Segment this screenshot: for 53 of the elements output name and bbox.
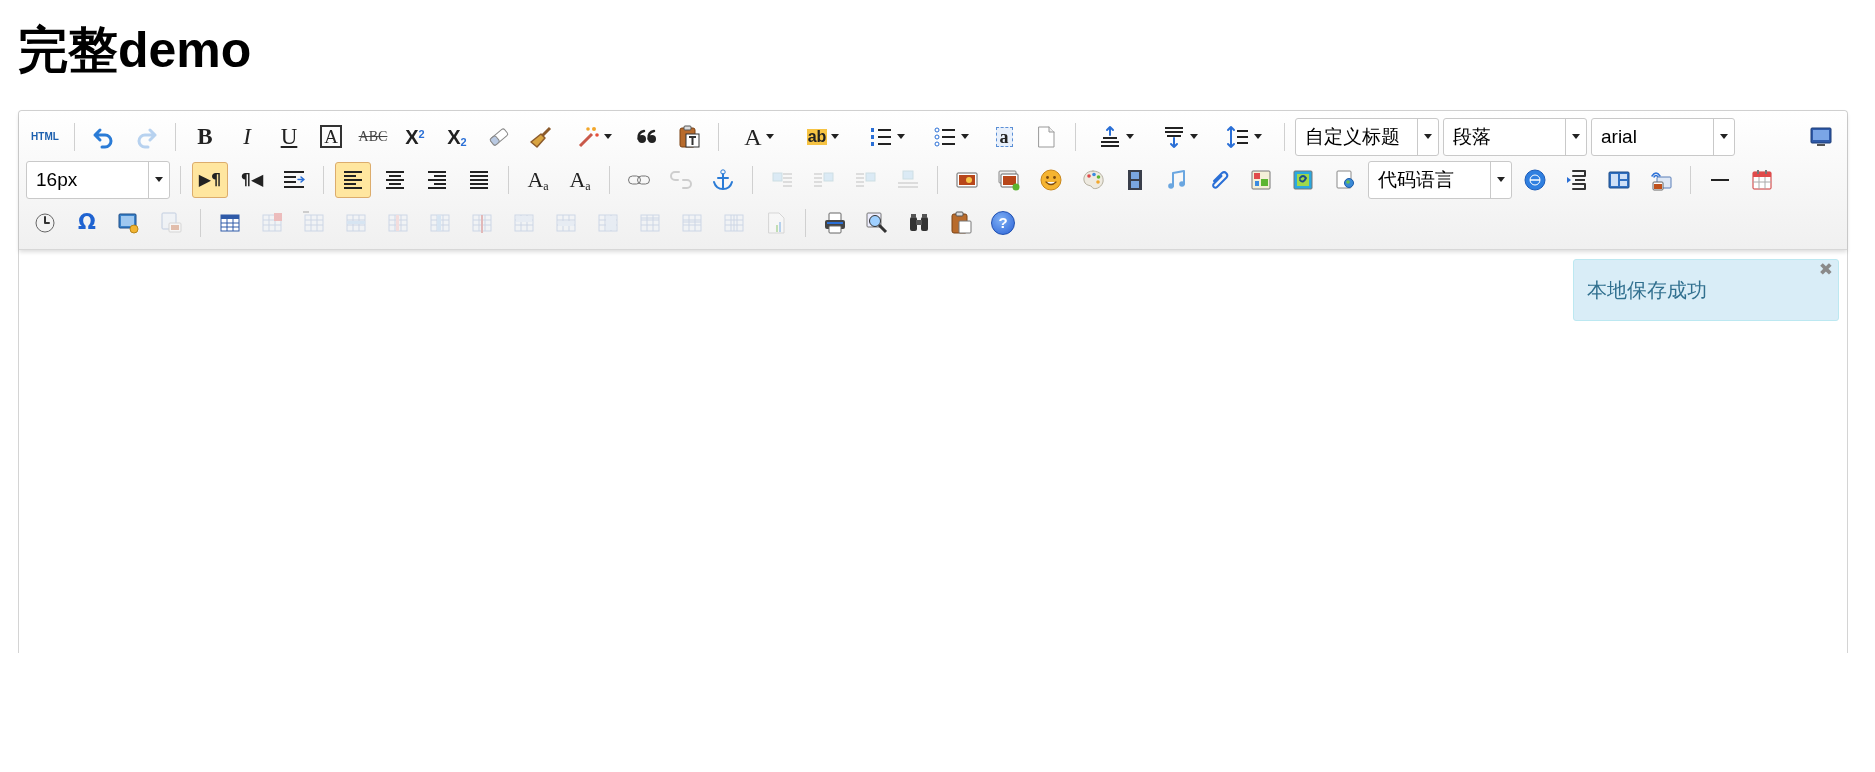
font-color-button[interactable]: A	[730, 118, 788, 155]
lowercase-button[interactable]: A$_{a}$	[562, 161, 598, 198]
underline-button[interactable]: U	[271, 118, 307, 155]
bold-button[interactable]: B	[187, 118, 223, 155]
images-icon	[997, 167, 1021, 192]
clock-icon	[33, 210, 57, 235]
spacing-top-icon	[1098, 124, 1122, 149]
paragraph-format-select[interactable]: 段落	[1443, 117, 1587, 156]
italic-button[interactable]: I	[229, 118, 265, 155]
clipboard-icon	[677, 124, 701, 149]
caret-icon	[1572, 134, 1580, 139]
caret-icon	[1424, 134, 1432, 139]
magic-wand-icon	[576, 124, 600, 149]
highlight-button[interactable]: ab	[794, 118, 852, 155]
superscript-button[interactable]: X$^{2}$	[397, 118, 433, 155]
right-to-left-button[interactable]: ¶◀	[234, 161, 270, 198]
brush-icon	[529, 124, 553, 149]
caret-icon	[1497, 177, 1505, 182]
toolbar-button[interactable]	[335, 161, 371, 198]
table-caption-icon	[302, 210, 326, 235]
spacing-bottom-icon	[1162, 124, 1186, 149]
line-height-icon	[1226, 124, 1250, 149]
heading-select[interactable]: 自定义标题	[1295, 117, 1439, 156]
code-language-select[interactable]: 代码语言	[1368, 160, 1512, 199]
printer-icon	[823, 210, 847, 235]
caret-icon	[155, 177, 163, 182]
left-to-right-button[interactable]: ▶¶	[192, 161, 228, 198]
bulleted-list-icon	[933, 124, 957, 149]
magnifier-icon	[865, 210, 889, 235]
font-family-select[interactable]: arial	[1591, 117, 1735, 156]
text-box-button[interactable]: a	[986, 118, 1022, 155]
notification-text: 本地保存成功	[1587, 278, 1707, 303]
paste-icon	[949, 210, 973, 235]
anchor-icon	[711, 167, 735, 192]
table-delete-icon	[260, 210, 284, 235]
page-title: 完整demo	[18, 21, 253, 80]
subscript-button[interactable]: X$_{2}$	[439, 118, 475, 155]
smiley-icon	[1039, 167, 1063, 192]
caret-icon	[1720, 134, 1728, 139]
calendar-icon	[1750, 167, 1774, 192]
source-button[interactable]: HTML	[27, 118, 63, 155]
uppercase-button[interactable]: A$_{a}$	[520, 161, 556, 198]
page-break-icon	[1565, 167, 1589, 192]
horizontal-line-icon	[1711, 178, 1729, 181]
screenshot-icon	[117, 210, 141, 235]
border-text-button[interactable]: A	[313, 118, 349, 155]
font-size-select[interactable]: 16px	[26, 160, 170, 199]
word-image-icon	[159, 210, 183, 235]
special-character-button[interactable]: Ω	[69, 204, 105, 241]
palette-icon	[1081, 167, 1105, 192]
globe-page-icon	[1333, 167, 1357, 192]
monitor-icon	[1809, 124, 1833, 149]
strikethrough-button[interactable]: ABC	[355, 118, 391, 155]
